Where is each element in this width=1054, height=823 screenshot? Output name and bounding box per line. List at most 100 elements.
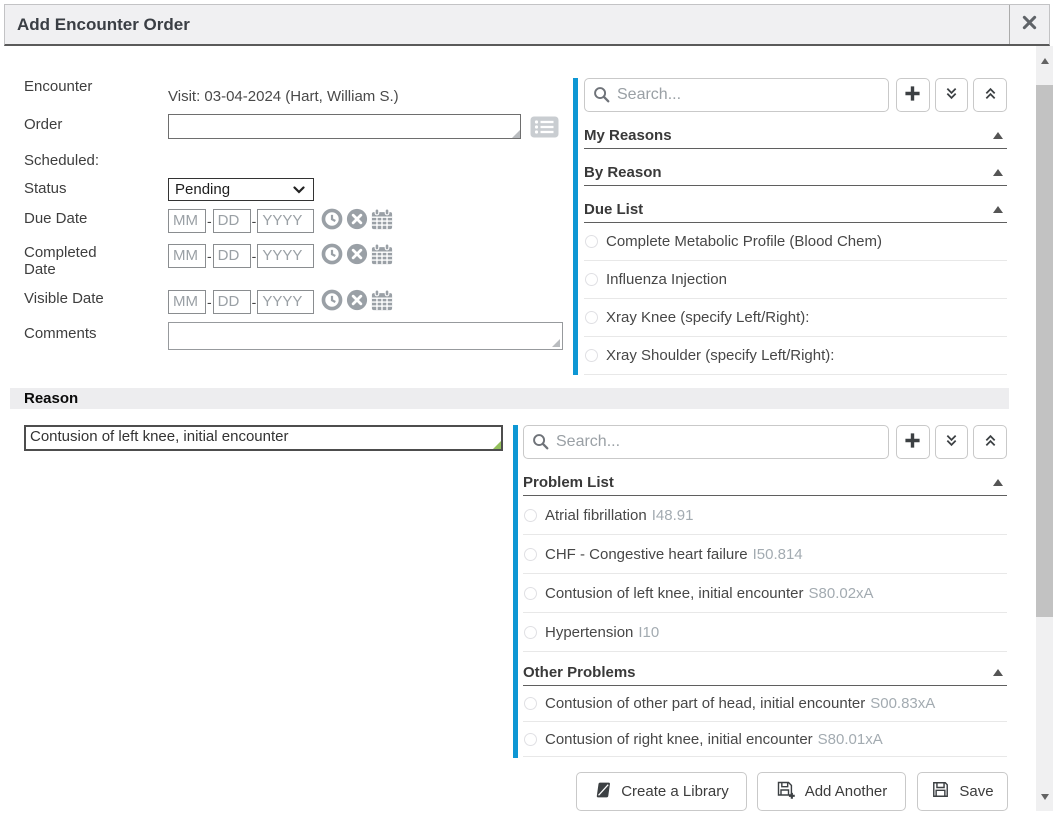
visible-date-clear-button[interactable]: [346, 289, 368, 314]
scheduled-label: Scheduled:: [24, 152, 99, 169]
other-problem-item[interactable]: Contusion of other part of head, initial…: [523, 686, 1007, 722]
visible-date-day-input[interactable]: [213, 290, 251, 314]
caret-up-icon: [993, 473, 1003, 491]
radio-circle[interactable]: [524, 626, 537, 639]
completed-date-now-button[interactable]: [321, 243, 343, 268]
due-date-clear-button[interactable]: [346, 208, 368, 233]
reason-library-panel: My Reasons By Reason Due List Complete M…: [573, 78, 1007, 375]
due-list-item[interactable]: Complete Metabolic Profile (Blood Chem): [584, 223, 1007, 261]
order-list-button[interactable]: [530, 116, 559, 138]
order-input[interactable]: [168, 114, 521, 139]
visible-date-month-input[interactable]: [168, 290, 206, 314]
close-icon: [1022, 15, 1037, 35]
visible-date-now-button[interactable]: [321, 289, 343, 314]
double-chevron-up-icon: [983, 433, 998, 451]
problem-collapse-all-button[interactable]: [973, 425, 1007, 459]
icd-code: S80.01xA: [818, 731, 883, 748]
problem-list-section-header[interactable]: Problem List: [523, 468, 1007, 496]
reason-collapse-all-button[interactable]: [973, 78, 1007, 112]
scrollbar-thumb[interactable]: [1036, 85, 1053, 617]
problem-add-button[interactable]: [896, 425, 930, 459]
scroll-up-button[interactable]: [1036, 52, 1053, 69]
search-icon: [593, 86, 610, 108]
radio-circle[interactable]: [524, 509, 537, 522]
save-button[interactable]: Save: [917, 772, 1008, 811]
dialog-titlebar: Add Encounter Order: [4, 4, 1050, 46]
reason-resize-grip[interactable]: [493, 441, 501, 449]
date-separator: -: [207, 213, 212, 229]
completed-date-month-input[interactable]: [168, 244, 206, 268]
visible-date-label: Visible Date: [24, 290, 104, 307]
status-select[interactable]: Pending: [168, 178, 314, 201]
clear-circle-icon: [346, 243, 368, 268]
completed-date-clear-button[interactable]: [346, 243, 368, 268]
due-date-day-input[interactable]: [213, 209, 251, 233]
reason-section-band: Reason: [10, 388, 1009, 409]
due-date-label: Due Date: [24, 210, 87, 227]
vertical-scrollbar[interactable]: [1036, 46, 1053, 811]
problem-list-item[interactable]: Contusion of left knee, initial encounte…: [523, 574, 1007, 613]
status-selected-value: Pending: [175, 181, 230, 198]
reason-search-input[interactable]: [584, 78, 889, 112]
close-button[interactable]: [1009, 5, 1049, 44]
visible-date-year-input[interactable]: [257, 290, 314, 314]
scroll-up-icon: [1041, 58, 1049, 64]
icd-code: I10: [638, 624, 659, 641]
due-date-month-input[interactable]: [168, 209, 206, 233]
double-chevron-down-icon: [944, 433, 959, 451]
radio-circle[interactable]: [585, 349, 598, 362]
plus-icon: [904, 432, 921, 452]
due-list-item[interactable]: Influenza Injection: [584, 261, 1007, 299]
comments-input[interactable]: [168, 322, 563, 350]
radio-circle[interactable]: [524, 587, 537, 600]
reason-add-button[interactable]: [896, 78, 930, 112]
due-list-item[interactable]: Xray Knee (specify Left/Right):: [584, 299, 1007, 337]
reason-expand-all-button[interactable]: [935, 78, 969, 112]
order-resize-grip[interactable]: [512, 130, 520, 138]
radio-circle[interactable]: [585, 311, 598, 324]
other-problem-item[interactable]: Contusion of right knee, initial encount…: [523, 722, 1007, 757]
due-list-section-header[interactable]: Due List: [584, 195, 1007, 223]
reason-field-wrap: Contusion of left knee, initial encounte…: [24, 425, 503, 451]
radio-circle[interactable]: [585, 273, 598, 286]
problem-list-item[interactable]: Atrial fibrillation I48.91: [523, 496, 1007, 535]
clear-circle-icon: [346, 289, 368, 314]
reason-input[interactable]: Contusion of left knee, initial encounte…: [24, 425, 503, 451]
by-reason-section-header[interactable]: By Reason: [584, 158, 1007, 186]
due-date-group: - -: [168, 208, 393, 233]
clock-icon: [321, 208, 343, 233]
problem-list-item[interactable]: CHF - Congestive heart failure I50.814: [523, 535, 1007, 574]
calendar-icon: [371, 243, 393, 268]
due-list-item[interactable]: Xray Shoulder (specify Left/Right):: [584, 337, 1007, 375]
radio-circle[interactable]: [524, 548, 537, 561]
completed-date-day-input[interactable]: [213, 244, 251, 268]
due-date-now-button[interactable]: [321, 208, 343, 233]
book-icon: [594, 781, 612, 803]
completed-date-calendar-button[interactable]: [371, 243, 393, 268]
radio-circle[interactable]: [524, 697, 537, 710]
create-library-button[interactable]: Create a Library: [576, 772, 747, 811]
due-date-calendar-button[interactable]: [371, 208, 393, 233]
due-date-year-input[interactable]: [257, 209, 314, 233]
status-label: Status: [24, 180, 67, 197]
radio-circle[interactable]: [524, 733, 537, 746]
plus-icon: [904, 85, 921, 105]
scroll-down-button[interactable]: [1036, 788, 1053, 805]
problem-search-input[interactable]: [523, 425, 889, 459]
add-another-button[interactable]: Add Another: [757, 772, 906, 811]
problem-list-item[interactable]: Hypertension I10: [523, 613, 1007, 652]
icd-code: S80.02xA: [809, 585, 874, 602]
date-separator: -: [252, 248, 257, 264]
other-problems-section-header[interactable]: Other Problems: [523, 658, 1007, 686]
clear-circle-icon: [346, 208, 368, 233]
radio-circle[interactable]: [585, 235, 598, 248]
date-separator: -: [207, 248, 212, 264]
my-reasons-section-header[interactable]: My Reasons: [584, 121, 1007, 149]
comments-resize-grip[interactable]: [552, 339, 560, 347]
order-field-wrap: [168, 114, 521, 139]
problem-expand-all-button[interactable]: [935, 425, 969, 459]
completed-date-label: Completed Date: [24, 244, 116, 278]
visible-date-calendar-button[interactable]: [371, 289, 393, 314]
list-icon: [530, 126, 559, 141]
completed-date-year-input[interactable]: [257, 244, 314, 268]
